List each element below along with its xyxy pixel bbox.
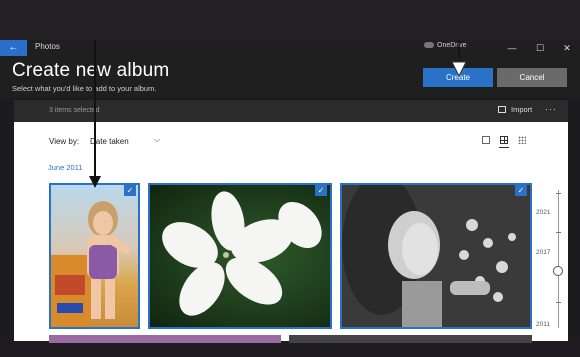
selected-checkmark-icon[interactable]: ✓ [124, 185, 136, 196]
viewby-label: View by: [49, 137, 80, 146]
single-view-icon[interactable] [482, 136, 490, 144]
onedrive-status[interactable]: OneDrive [424, 42, 467, 49]
cloud-icon [424, 42, 434, 49]
timeline-tick [556, 193, 561, 194]
import-icon[interactable] [498, 106, 506, 113]
timeline-tick [556, 302, 561, 303]
close-button[interactable]: ✕ [552, 40, 580, 56]
back-button[interactable]: ← [0, 40, 27, 56]
cancel-button[interactable]: Cancel [497, 68, 567, 87]
photo-girl-swimsuit[interactable] [49, 183, 140, 329]
chevron-down-icon[interactable]: ⌵ [154, 135, 160, 145]
minimize-icon: — [507, 43, 517, 53]
small-grid-icon[interactable] [518, 136, 526, 144]
more-options-icon[interactable]: ··· [545, 104, 557, 114]
timeline-scrubber[interactable] [558, 190, 559, 328]
top-background [0, 0, 580, 40]
bottom-background [0, 341, 580, 357]
close-icon: ✕ [563, 43, 571, 53]
date-group-label: June 2011 [48, 163, 83, 172]
create-button[interactable]: Create [423, 68, 493, 87]
selected-checkmark-icon[interactable]: ✓ [315, 185, 327, 196]
photo-next-row[interactable] [49, 335, 281, 343]
maximize-button[interactable]: ☐ [525, 40, 555, 56]
page-subtitle: Select what you'd like to add to your al… [12, 84, 157, 93]
active-view-indicator [499, 147, 509, 148]
timeline-year[interactable]: 2017 [536, 249, 550, 256]
back-arrow-icon: ← [8, 42, 19, 53]
photos-window: ← Photos OneDrive — ☐ ✕ Create new album… [0, 0, 580, 357]
medium-grid-icon[interactable] [500, 136, 508, 144]
viewby-dropdown[interactable]: Date taken [90, 137, 129, 146]
page-title: Create new album [12, 60, 170, 81]
title-bar [0, 40, 580, 56]
photo-white-flower[interactable] [148, 183, 332, 329]
app-title: Photos [35, 42, 60, 51]
timeline-year[interactable]: 2011 [536, 321, 550, 328]
timeline-year[interactable]: 2021 [536, 209, 550, 216]
timeline-tick [556, 232, 561, 233]
selected-checkmark-icon[interactable]: ✓ [515, 185, 527, 196]
photo-white-flower-image [162, 191, 322, 316]
timeline-knob[interactable] [553, 266, 563, 276]
maximize-icon: ☐ [535, 43, 545, 53]
selection-count: 3 items selected [49, 107, 100, 114]
minimize-button[interactable]: — [497, 40, 527, 56]
photo-girl-with-flowers-image [342, 185, 530, 327]
import-button[interactable]: Import [511, 105, 532, 114]
photo-girl-with-flowers-bw[interactable] [340, 183, 532, 329]
onedrive-label: OneDrive [437, 42, 467, 49]
photo-next-row[interactable] [289, 335, 532, 343]
photo-girl-swimsuit-image [51, 201, 133, 327]
